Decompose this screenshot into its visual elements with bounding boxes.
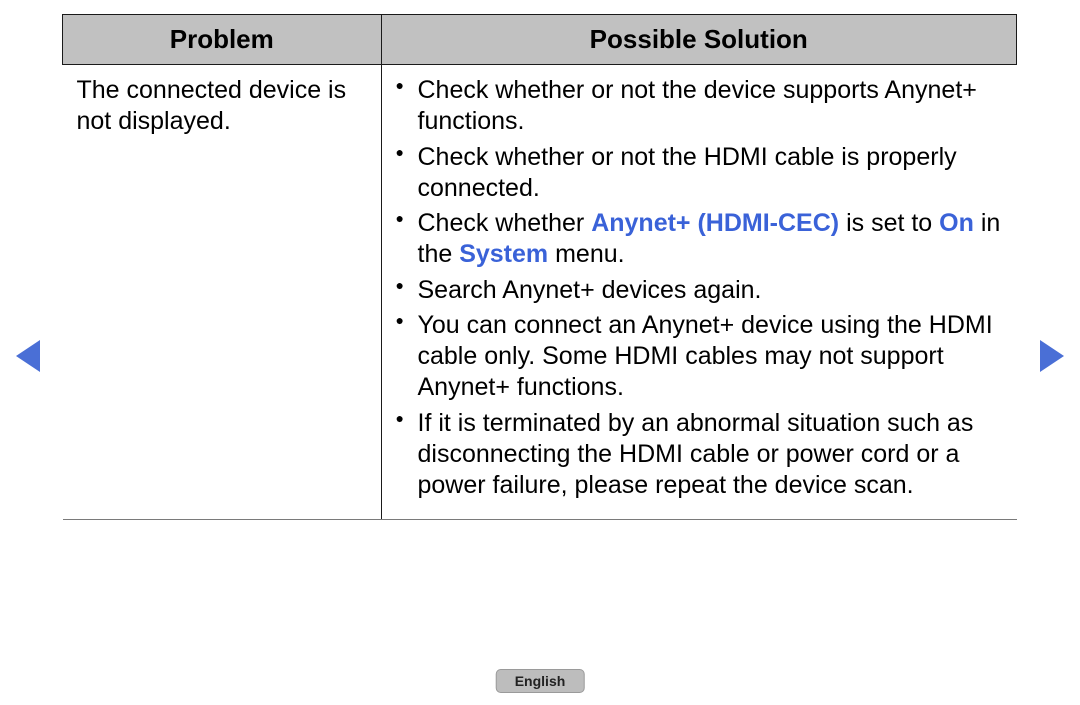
text-fragment: Check whether xyxy=(418,209,592,237)
header-solution: Possible Solution xyxy=(381,15,1017,65)
list-item: If it is terminated by an abnormal situa… xyxy=(396,408,1003,502)
highlight-system: System xyxy=(459,240,548,268)
solution-cell: Check whether or not the device supports… xyxy=(381,65,1017,520)
table-row: The connected device is not displayed. C… xyxy=(63,65,1017,520)
list-item: Check whether or not the HDMI cable is p… xyxy=(396,142,1003,205)
prev-page-icon[interactable] xyxy=(16,340,40,372)
next-page-icon[interactable] xyxy=(1040,340,1064,372)
text-fragment: menu. xyxy=(548,240,624,268)
problem-cell: The connected device is not displayed. xyxy=(63,65,382,520)
list-item: Check whether Anynet+ (HDMI-CEC) is set … xyxy=(396,208,1003,271)
list-item: Check whether or not the device supports… xyxy=(396,75,1003,138)
header-problem: Problem xyxy=(63,15,382,65)
list-item: You can connect an Anynet+ device using … xyxy=(396,310,1003,404)
highlight-on: On xyxy=(939,209,974,237)
troubleshooting-table: Problem Possible Solution The connected … xyxy=(62,14,1017,520)
highlight-anynet: Anynet+ (HDMI-CEC) xyxy=(591,209,839,237)
text-fragment: is set to xyxy=(839,209,939,237)
list-item: Search Anynet+ devices again. xyxy=(396,275,1003,306)
language-badge: English xyxy=(496,669,585,693)
